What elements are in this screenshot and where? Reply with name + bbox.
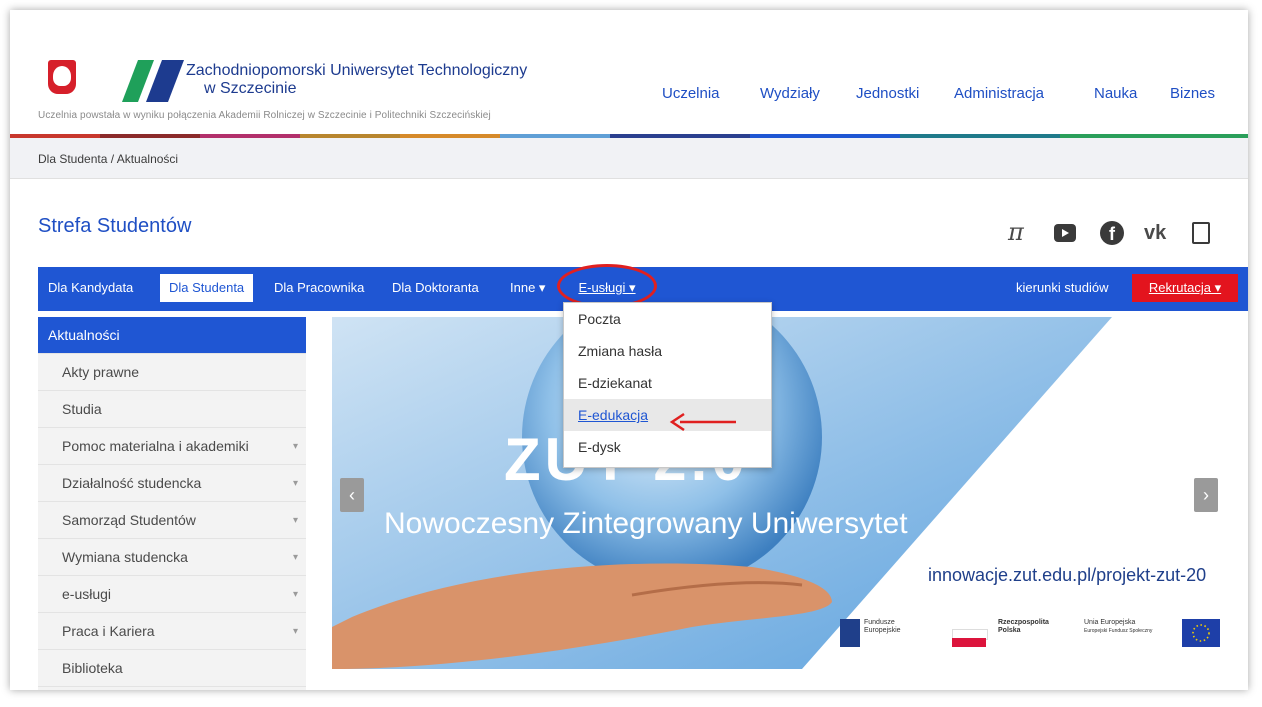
sidebar-item-e-uslugi[interactable]: e-usługi ▾ xyxy=(38,576,306,613)
chevron-down-icon: ▾ xyxy=(292,626,298,637)
chevron-down-icon: ▾ xyxy=(292,552,298,563)
logo-unia: Unia Europejska Europejski Fundusz Społe… xyxy=(1084,619,1152,635)
chevron-down-icon: ▾ xyxy=(292,478,298,489)
logo-unia-sub: Europejski Fundusz Społeczny xyxy=(1084,628,1153,634)
topnav-wydzialy[interactable]: Wydziały xyxy=(760,85,820,102)
sidebar-item-label: Wymiana studencka xyxy=(62,549,188,565)
youtube-icon[interactable] xyxy=(1054,224,1076,242)
logo-unia-title: Unia Europejska xyxy=(1084,619,1136,626)
nav-dla-kandydata[interactable]: Dla Kandydata xyxy=(48,280,133,295)
sidebar-item-label: Praca i Kariera xyxy=(62,623,155,639)
hero-url[interactable]: innowacje.zut.edu.pl/projekt-zut-20 xyxy=(928,565,1206,586)
sidebar-item-wymiana[interactable]: Wymiana studencka ▾ xyxy=(38,539,306,576)
sidebar-item-label: e-usługi xyxy=(62,586,112,602)
breadcrumb[interactable]: Dla Studenta / Aktualności xyxy=(38,152,178,166)
logo-fundusze-sub: Europejskie xyxy=(864,627,901,634)
sidebar-item-dzialalnosc[interactable]: Działalność studencka ▾ xyxy=(38,465,306,502)
university-name-line2: w Szczecinie xyxy=(204,80,297,97)
topnav-nauka[interactable]: Nauka xyxy=(1094,85,1137,102)
hero-background xyxy=(332,317,1112,669)
logo-fundusze: Fundusze Europejskie xyxy=(864,619,901,635)
nav-rekrutacja-button[interactable]: Rekrutacja ▾ xyxy=(1132,274,1238,302)
nav-dla-studenta[interactable]: Dla Studenta xyxy=(160,274,254,302)
browser-frame: Zachodniopomorski Uniwersytet Technologi… xyxy=(10,10,1248,690)
sidebar-item-label: Działalność studencka xyxy=(62,475,202,491)
university-name-line1: Zachodniopomorski Uniwersytet Technologi… xyxy=(186,62,528,79)
hero-banner: ZUT 2.0 Nowoczesny Zintegrowany Uniwersy… xyxy=(332,317,1228,669)
dropdown-item-zmiana-hasla[interactable]: Zmiana hasła xyxy=(564,335,771,367)
nav-dla-doktoranta[interactable]: Dla Doktoranta xyxy=(392,280,479,295)
poland-eagle-icon xyxy=(48,60,76,94)
sidebar-item-label: Samorząd Studentów xyxy=(62,512,196,528)
nav-dla-pracownika[interactable]: Dla Pracownika xyxy=(274,280,364,295)
logo-rzeczpospolita-title: Rzeczpospolita xyxy=(998,619,1049,626)
university-subtitle: Uczelnia powstała w wyniku połączenia Ak… xyxy=(38,110,491,121)
sidebar-item-studia[interactable]: Studia xyxy=(38,391,306,428)
pi-icon[interactable]: π xyxy=(1008,218,1024,246)
arrow-left-icon xyxy=(669,412,736,432)
topnav-uczelnia[interactable]: Uczelnia xyxy=(662,85,720,102)
topnav-administracja[interactable]: Administracja xyxy=(954,85,1044,102)
facebook-icon[interactable]: f xyxy=(1100,221,1124,245)
logo-fundusze-title: Fundusze xyxy=(864,619,895,626)
sidebar-item-praca[interactable]: Praca i Kariera ▾ xyxy=(38,613,306,650)
vk-icon[interactable]: vk xyxy=(1144,222,1166,245)
eu-flag-icon xyxy=(1182,619,1220,647)
sidebar-item-pomoc-materialna[interactable]: Pomoc materialna i akademiki ▾ xyxy=(38,428,306,465)
sidebar-item-biblioteka[interactable]: Biblioteka xyxy=(38,650,306,687)
topnav-biznes[interactable]: Biznes xyxy=(1170,85,1215,102)
page-title: Strefa Studentów xyxy=(38,215,192,237)
dropdown-item-e-dziekanat[interactable]: E-dziekanat xyxy=(564,367,771,399)
nav-inne[interactable]: Inne ▾ xyxy=(510,280,545,296)
nav-kierunki-studiow[interactable]: kierunki studiów xyxy=(1016,280,1109,295)
sidebar-item-aktualnosci[interactable]: Aktualności xyxy=(38,317,306,354)
carousel-next-button[interactable]: › xyxy=(1194,478,1218,512)
breadcrumb-bar xyxy=(10,138,1248,179)
sidebar: Aktualności Akty prawne Studia Pomoc mat… xyxy=(38,317,306,690)
logo-rzeczpospolita: Rzeczpospolita Polska xyxy=(998,619,1049,635)
dropdown-item-e-dysk[interactable]: E-dysk xyxy=(564,431,771,463)
radio-icon[interactable] xyxy=(1192,222,1210,244)
poland-flag-icon xyxy=(952,638,986,647)
chevron-down-icon: ▾ xyxy=(292,441,298,452)
e-uslugi-dropdown: Poczta Zmiana hasła E-dziekanat E-edukac… xyxy=(563,302,772,468)
university-name[interactable]: Zachodniopomorski Uniwersytet Technologi… xyxy=(186,62,527,98)
chevron-down-icon: ▾ xyxy=(292,515,298,526)
hero-tagline: Nowoczesny Zintegrowany Uniwersytet xyxy=(384,507,908,540)
sidebar-item-akty-prawne[interactable]: Akty prawne xyxy=(38,354,306,391)
chevron-down-icon: ▾ xyxy=(292,589,298,600)
dropdown-item-poczta[interactable]: Poczta xyxy=(564,303,771,335)
sidebar-item-samorzad[interactable]: Samorząd Studentów ▾ xyxy=(38,502,306,539)
fundusze-logo-icon xyxy=(840,619,860,647)
zut-logo-icon xyxy=(122,60,184,102)
carousel-prev-button[interactable]: ‹ xyxy=(340,478,364,512)
logo-rzeczpospolita-sub: Polska xyxy=(998,627,1021,634)
sidebar-item-label: Pomoc materialna i akademiki xyxy=(62,438,249,454)
topnav-jednostki[interactable]: Jednostki xyxy=(856,85,919,102)
